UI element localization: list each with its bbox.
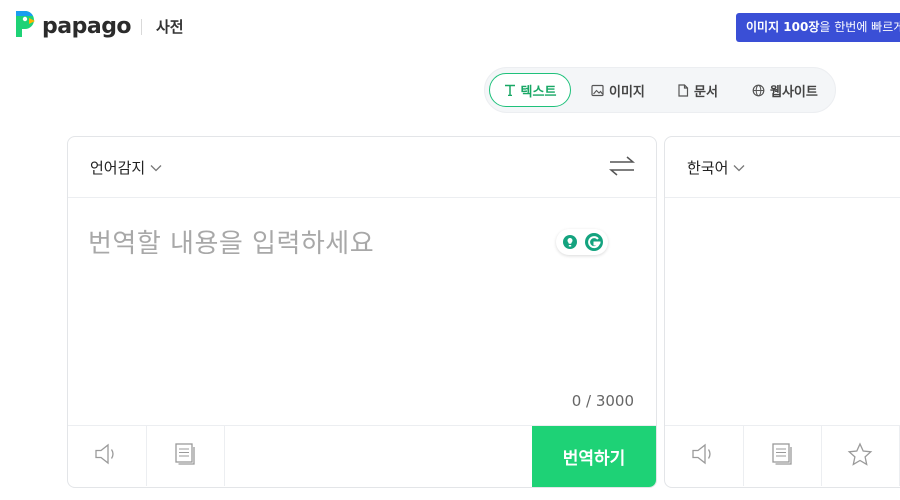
- target-copy-button[interactable]: [743, 426, 822, 486]
- target-speaker-button[interactable]: [665, 426, 744, 486]
- text-icon: [504, 84, 516, 96]
- target-panel-header: 한국어: [665, 137, 900, 198]
- tab-text[interactable]: 텍스트: [489, 73, 571, 107]
- chevron-down-icon: [150, 164, 162, 172]
- tab-website-label: 웹사이트: [770, 84, 818, 100]
- tab-document[interactable]: 문서: [677, 73, 718, 107]
- dictionary-link[interactable]: 사전: [156, 16, 184, 37]
- source-text-input[interactable]: 번역할 내용을 입력하세요: [88, 223, 374, 260]
- grammarly-widget[interactable]: [556, 229, 608, 255]
- image-icon: [591, 84, 604, 97]
- document-icon: [677, 83, 689, 97]
- target-language-label: 한국어: [687, 159, 729, 177]
- source-language-label: 언어감지: [90, 159, 146, 177]
- favorite-button[interactable]: [821, 426, 900, 486]
- source-panel-footer: 번역하기: [68, 425, 656, 487]
- globe-icon: [752, 84, 765, 97]
- logo-text: papago: [42, 13, 132, 39]
- tab-text-label: 텍스트: [520, 84, 557, 100]
- translate-button[interactable]: 번역하기: [532, 426, 656, 487]
- speaker-icon: [691, 443, 717, 469]
- copy-icon: [771, 442, 793, 470]
- source-copy-button[interactable]: [146, 426, 225, 486]
- chevron-down-icon: [733, 164, 745, 172]
- promo-bold-text: 이미지 100장: [746, 20, 820, 34]
- target-panel: 한국어: [664, 136, 900, 488]
- source-panel: 언어감지 번역할 내용을 입력하세요 0 / 3000 번역하기: [67, 136, 657, 488]
- top-header: papago 사전 이미지 100장을 한번에 빠르게: [0, 0, 900, 54]
- char-counter: 0 / 3000: [571, 392, 634, 410]
- source-speaker-button[interactable]: [68, 426, 147, 486]
- grammarly-icon: [556, 233, 608, 259]
- copy-icon: [174, 442, 196, 470]
- promo-banner[interactable]: 이미지 100장을 한번에 빠르게: [736, 13, 900, 42]
- target-panel-footer: [665, 425, 900, 487]
- tab-image[interactable]: 이미지: [591, 73, 645, 107]
- tab-document-label: 문서: [694, 84, 718, 100]
- header-divider: [141, 19, 142, 35]
- speaker-icon: [94, 443, 120, 469]
- target-language-select[interactable]: 한국어: [687, 157, 745, 178]
- promo-text: 을 한번에 빠르게: [819, 20, 900, 34]
- tab-image-label: 이미지: [609, 84, 645, 100]
- swap-icon: [608, 156, 636, 181]
- swap-language-button[interactable]: [608, 155, 636, 181]
- source-language-select[interactable]: 언어감지: [90, 157, 162, 178]
- source-panel-header: 언어감지: [68, 137, 656, 198]
- mode-tabs: 텍스트 이미지 문서 웹사이트: [484, 67, 836, 113]
- star-icon: [847, 442, 873, 470]
- papago-logo[interactable]: papago: [12, 9, 132, 43]
- papago-logo-icon: [12, 9, 36, 43]
- tab-website[interactable]: 웹사이트: [752, 73, 818, 107]
